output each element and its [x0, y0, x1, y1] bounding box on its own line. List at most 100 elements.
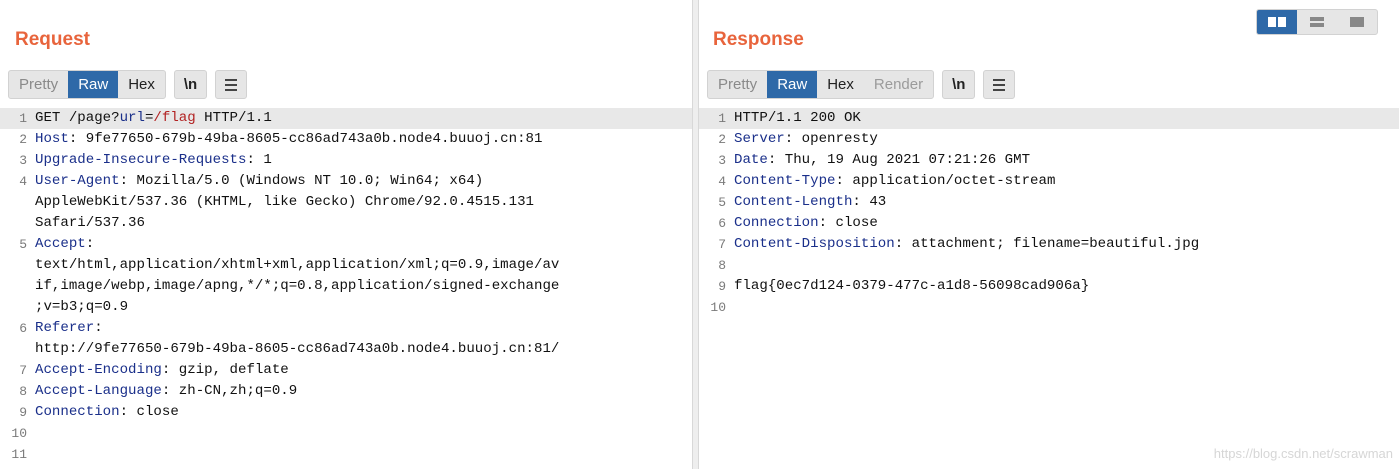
- request-line[interactable]: 2 Host: 9fe77650-679b-49ba-8605-cc86ad743…: [0, 129, 692, 150]
- request-line[interactable]: if,image/webp,image/apng,*/*;q=0.8,appli…: [0, 276, 692, 297]
- response-line-text: Server: openresty: [734, 129, 878, 150]
- request-line-number: 7: [19, 363, 27, 378]
- layout-single-pane-button[interactable]: [1337, 10, 1377, 34]
- request-editor[interactable]: 1 GET /page?url=/flag HTTP/1.1 2 Host: 9fe7…: [0, 108, 692, 469]
- request-line[interactable]: text/html,application/xhtml+xml,applicat…: [0, 255, 692, 276]
- request-line[interactable]: 8 Accept-Language: zh-CN,zh;q=0.9: [0, 381, 692, 402]
- request-line[interactable]: AppleWebKit/537.36 (KHTML, like Gecko) C…: [0, 192, 692, 213]
- request-line[interactable]: 4 User-Agent: Mozilla/5.0 (Windows NT 10.…: [0, 171, 692, 192]
- response-tab-raw[interactable]: Raw: [767, 71, 818, 98]
- request-line-text: GET /page?url=/flag HTTP/1.1: [35, 108, 272, 129]
- request-token-plain: AppleWebKit/537.36 (KHTML, like Gecko) C…: [35, 194, 534, 210]
- request-line-text: Safari/537.36: [35, 213, 145, 234]
- response-line-text: HTTP/1.1 200 OK: [734, 108, 861, 129]
- request-line-text: Accept-Encoding: gzip, deflate: [35, 360, 289, 381]
- request-line[interactable]: 5 Accept:: [0, 234, 692, 255]
- watermark: https://blog.csdn.net/scrawman: [1213, 446, 1393, 461]
- response-view-tabs: Pretty Raw Hex Render: [707, 70, 935, 99]
- request-line-text: Accept-Language: zh-CN,zh;q=0.9: [35, 381, 297, 402]
- request-newline-toggle[interactable]: \n: [173, 70, 208, 99]
- request-token-plain: : zh-CN,zh;q=0.9: [161, 383, 298, 399]
- request-line[interactable]: 11: [0, 444, 692, 465]
- response-line-text: Content-Length: 43: [734, 192, 886, 213]
- request-token-key: Referer: [35, 320, 95, 336]
- hamburger-menu-icon: [225, 78, 238, 91]
- response-line[interactable]: 9 flag{0ec7d124-0379-477c-a1d8-56098cad90…: [699, 276, 1399, 297]
- response-token-plain: : 43: [852, 194, 887, 210]
- response-line-number: 8: [718, 258, 726, 273]
- request-line[interactable]: 6 Referer:: [0, 318, 692, 339]
- response-token-key: Content-Length: [734, 194, 853, 210]
- layout-split-columns-button[interactable]: [1257, 10, 1297, 34]
- request-token-key: Accept-Language: [35, 383, 162, 399]
- request-token-key: Connection: [35, 404, 120, 420]
- response-line-number: 1: [718, 111, 726, 126]
- request-line-number: 10: [11, 426, 27, 441]
- request-token-plain: ;v=b3;q=0.9: [35, 299, 129, 315]
- response-line-number: 10: [710, 300, 726, 315]
- response-line-number: 5: [718, 195, 726, 210]
- layout-switch: [1256, 9, 1378, 35]
- request-token-plain: :: [94, 320, 103, 336]
- response-line[interactable]: 8: [699, 255, 1399, 276]
- response-editor[interactable]: 1 HTTP/1.1 200 OK 2 Server: openresty 3 Date:…: [699, 108, 1399, 469]
- response-line[interactable]: 2 Server: openresty: [699, 129, 1399, 150]
- response-toolbar: Pretty Raw Hex Render \n: [707, 70, 1016, 99]
- response-token-plain: HTTP/1.1 200 OK: [734, 110, 861, 126]
- response-line-number: 9: [718, 279, 726, 294]
- request-line[interactable]: 7 Accept-Encoding: gzip, deflate: [0, 360, 692, 381]
- request-token-plain: : 1: [246, 152, 272, 168]
- request-token-key: Host: [35, 131, 69, 147]
- response-token-key: Server: [734, 131, 785, 147]
- response-line[interactable]: 6 Connection: close: [699, 213, 1399, 234]
- request-line[interactable]: 9 Connection: close: [0, 402, 692, 423]
- request-line[interactable]: ;v=b3;q=0.9: [0, 297, 692, 318]
- request-line-number: 3: [19, 153, 27, 168]
- request-line-text: http://9fe77650-679b-49ba-8605-cc86ad743…: [35, 339, 559, 360]
- request-tab-pretty[interactable]: Pretty: [9, 71, 68, 98]
- response-tab-render[interactable]: Render: [864, 71, 933, 98]
- request-tab-hex[interactable]: Hex: [118, 71, 165, 98]
- request-line[interactable]: 3 Upgrade-Insecure-Requests: 1: [0, 150, 692, 171]
- request-menu-button[interactable]: [215, 70, 248, 99]
- request-line[interactable]: 1 GET /page?url=/flag HTTP/1.1: [0, 108, 692, 129]
- request-line-text: Accept:: [35, 234, 94, 255]
- request-tab-raw[interactable]: Raw: [68, 71, 119, 98]
- response-line[interactable]: 4 Content-Type: application/octet-stream: [699, 171, 1399, 192]
- response-token-plain: : Thu, 19 Aug 2021 07:21:26 GMT: [767, 152, 1031, 168]
- request-line-number: 4: [19, 174, 27, 189]
- response-line[interactable]: 1 HTTP/1.1 200 OK: [699, 108, 1399, 129]
- request-line-text: Host: 9fe77650-679b-49ba-8605-cc86ad743a…: [35, 129, 542, 150]
- response-menu-button[interactable]: [983, 70, 1016, 99]
- request-line[interactable]: Safari/537.36: [0, 213, 692, 234]
- request-token-val: /flag: [153, 110, 196, 126]
- split-columns-icon: [1268, 17, 1286, 27]
- request-token-plain: GET /page?: [35, 110, 120, 126]
- response-line[interactable]: 5 Content-Length: 43: [699, 192, 1399, 213]
- request-toolbar: Pretty Raw Hex \n: [8, 70, 248, 99]
- request-line[interactable]: 10: [0, 423, 692, 444]
- response-line[interactable]: 10: [699, 297, 1399, 318]
- request-line-number: 9: [19, 405, 27, 420]
- request-view-tabs: Pretty Raw Hex: [8, 70, 166, 99]
- request-line[interactable]: http://9fe77650-679b-49ba-8605-cc86ad743…: [0, 339, 692, 360]
- request-line-number: 2: [19, 132, 27, 147]
- request-line-text: Connection: close: [35, 402, 179, 423]
- response-tab-pretty[interactable]: Pretty: [708, 71, 767, 98]
- request-token-key: User-Agent: [35, 173, 120, 189]
- response-newline-toggle[interactable]: \n: [942, 70, 976, 99]
- response-line[interactable]: 3 Date: Thu, 19 Aug 2021 07:21:26 GMT: [699, 150, 1399, 171]
- response-line-text: flag{0ec7d124-0379-477c-a1d8-56098cad906…: [734, 276, 1089, 297]
- response-line-text: Date: Thu, 19 Aug 2021 07:21:26 GMT: [734, 150, 1030, 171]
- response-tab-hex[interactable]: Hex: [817, 71, 864, 98]
- request-title: Request: [15, 29, 90, 50]
- request-line-number: 6: [19, 321, 27, 336]
- request-line-text: Upgrade-Insecure-Requests: 1: [35, 150, 272, 171]
- layout-split-rows-button[interactable]: [1297, 10, 1337, 34]
- response-token-plain: : application/octet-stream: [835, 173, 1056, 189]
- pane-divider[interactable]: [692, 0, 699, 469]
- request-token-plain: : gzip, deflate: [161, 362, 289, 378]
- response-line[interactable]: 7 Content-Disposition: attachment; filena…: [699, 234, 1399, 255]
- request-token-plain: HTTP/1.1: [195, 110, 272, 126]
- response-line-number: 4: [718, 174, 726, 189]
